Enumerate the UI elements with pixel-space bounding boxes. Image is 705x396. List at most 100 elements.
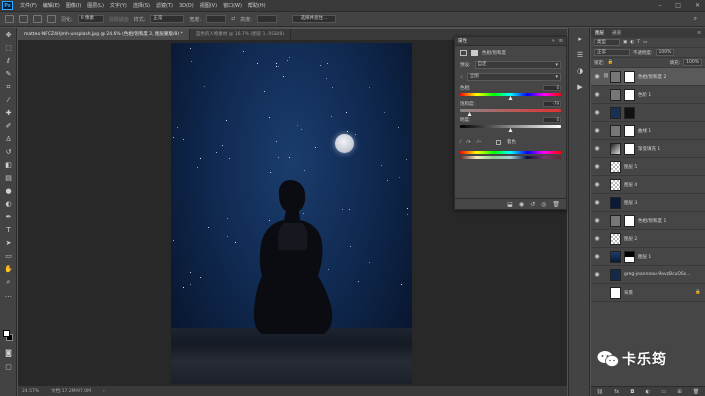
shape-tool-icon[interactable]: ▭ — [4, 252, 13, 261]
eye-icon[interactable]: ◉ — [594, 91, 600, 98]
menu-select[interactable]: 选择(S) — [130, 2, 153, 9]
menu-help[interactable]: 帮助(H) — [245, 2, 269, 9]
delete-layer-icon[interactable]: 🗑 — [693, 389, 699, 395]
eye-icon[interactable]: ◉ — [594, 253, 600, 260]
brush-tool-icon[interactable]: ✐ — [4, 122, 13, 131]
layer-mask-thumb[interactable] — [624, 70, 635, 83]
add-selection-icon[interactable] — [33, 15, 42, 23]
history-brush-icon[interactable]: ↺ — [4, 148, 13, 157]
blur-tool-icon[interactable]: ● — [4, 187, 13, 196]
collapse-icon[interactable]: » — [552, 38, 555, 44]
subtract-selection-icon[interactable] — [47, 15, 56, 23]
layer-mask-thumb[interactable] — [624, 106, 635, 119]
layer-row[interactable]: ◉ 渐变填充 1 — [591, 140, 705, 158]
filter-pixel-icon[interactable]: ▣ — [623, 40, 627, 45]
menu-type[interactable]: 文字(Y) — [107, 2, 130, 9]
new-selection-icon[interactable] — [19, 15, 28, 23]
layer-row[interactable]: ◉ greg-jeanneau-9ovzBcuOSs... — [591, 266, 705, 284]
history-icon[interactable]: ▸ — [575, 34, 585, 44]
layer-row[interactable]: ◉ 色阶 1 — [591, 86, 705, 104]
eye-icon[interactable]: ◉ — [594, 199, 600, 206]
eyedropper-icon[interactable]: ⁄ — [460, 140, 461, 145]
tab-layers[interactable]: 图层 — [595, 30, 604, 36]
eye-icon[interactable]: ◉ — [594, 109, 600, 116]
layer-row[interactable]: 背景 🔒 — [591, 284, 705, 302]
layer-row[interactable]: ◉ 色相/饱和度 1 — [591, 212, 705, 230]
status-arrow-icon[interactable]: › — [103, 389, 105, 394]
hue-input[interactable]: 0 — [543, 85, 561, 91]
channel-select[interactable]: 全图 — [466, 73, 561, 81]
hue-slider[interactable] — [460, 93, 561, 100]
type-tool-icon[interactable]: T — [4, 226, 13, 235]
lightness-slider[interactable] — [460, 125, 561, 132]
layer-mask-thumb[interactable] — [624, 124, 635, 137]
new-adjustment-icon[interactable]: ◐ — [646, 389, 650, 395]
reset-icon[interactable]: ↺ — [530, 201, 535, 208]
dodge-tool-icon[interactable]: ◐ — [4, 200, 13, 209]
layers-menu-icon[interactable]: ≡ — [697, 31, 701, 36]
eye-icon[interactable]: ◉ — [594, 181, 600, 188]
foreground-color-swatch[interactable] — [3, 330, 10, 337]
quick-mask-icon[interactable]: ◙ — [4, 349, 13, 358]
path-select-icon[interactable]: ➤ — [4, 239, 13, 248]
eyedropper-minus-icon[interactable]: ⁄− — [477, 140, 482, 145]
adjustments-icon[interactable]: ◑ — [575, 66, 585, 76]
width-input[interactable] — [206, 15, 227, 23]
eye-icon[interactable]: ◉ — [594, 271, 600, 278]
actions-icon[interactable]: ▶ — [575, 82, 585, 92]
hand-adjust-icon[interactable]: ☝ — [460, 75, 463, 80]
maximize-icon[interactable]: □ — [675, 2, 681, 9]
eye-icon[interactable]: ◉ — [594, 127, 600, 134]
search-icon[interactable]: ⌕ — [694, 15, 697, 23]
menu-3d[interactable]: 3D(D) — [176, 3, 197, 9]
lightness-input[interactable]: 0 — [543, 117, 561, 123]
eyedropper-plus-icon[interactable]: ⁄+ — [467, 140, 472, 145]
layer-row[interactable]: ◉ 图层 3 — [591, 194, 705, 212]
style-select[interactable]: 正常 — [150, 15, 185, 23]
menu-edit[interactable]: 编辑(E) — [40, 2, 63, 9]
eye-icon[interactable]: ◉ — [594, 163, 600, 170]
link-layers-icon[interactable]: ⛓ — [597, 389, 603, 395]
lightness-slider-thumb[interactable] — [508, 128, 512, 132]
view-previous-icon[interactable]: ◉ — [519, 201, 524, 208]
zoom-tool-icon[interactable]: ⌕ — [4, 278, 13, 287]
saturation-slider[interactable] — [460, 109, 561, 116]
minimize-icon[interactable]: – — [658, 2, 661, 9]
menu-window[interactable]: 窗口(W) — [220, 2, 245, 9]
delete-adjustment-icon[interactable]: 🗑 — [552, 201, 560, 208]
menu-file[interactable]: 文件(F) — [17, 2, 40, 9]
antialias-checkbox[interactable]: 消除锯齿 — [109, 16, 129, 23]
eye-icon[interactable]: ◉ — [594, 145, 600, 152]
clip-to-layer-icon[interactable]: ⬓ — [507, 201, 513, 208]
saturation-input[interactable]: -79 — [543, 101, 561, 107]
swap-icon[interactable]: ⇄ — [231, 16, 235, 22]
menu-view[interactable]: 视图(V) — [197, 2, 220, 9]
marquee-preset-icon[interactable] — [5, 15, 14, 23]
eraser-tool-icon[interactable]: ◧ — [4, 161, 13, 170]
healing-brush-icon[interactable]: ✚ — [4, 109, 13, 118]
new-layer-icon[interactable]: ⊞ — [677, 389, 681, 395]
marquee-tool-icon[interactable]: ⬚ — [4, 44, 13, 53]
tab-document-1[interactable]: matteo-NFCZ4HJmh-unsplash.jpg @ 24.6% (色… — [18, 29, 190, 40]
hue-slider-thumb[interactable] — [508, 96, 512, 100]
blend-mode-select[interactable]: 正常 — [594, 49, 630, 56]
close-icon[interactable]: ✕ — [695, 2, 700, 9]
height-input[interactable] — [256, 15, 277, 23]
menu-image[interactable]: 图像(I) — [63, 2, 84, 9]
lasso-tool-icon[interactable]: ℓ — [4, 57, 13, 66]
layer-row[interactable]: ◉ 图层 1 — [591, 248, 705, 266]
pen-tool-icon[interactable]: ✒ — [4, 213, 13, 222]
lock-icon[interactable]: 🔒 — [608, 60, 614, 65]
layer-row[interactable]: ◉ — [591, 104, 705, 122]
layer-mask-thumb[interactable] — [624, 250, 635, 263]
layer-row[interactable]: ◉ ⛓ 色相/饱和度 2 — [591, 68, 705, 86]
filter-type-icon[interactable]: T — [637, 40, 640, 45]
tab-channels[interactable]: 通道 — [612, 30, 621, 36]
layer-row[interactable]: ◉ 图层 5 — [591, 158, 705, 176]
saturation-slider-thumb[interactable] — [467, 112, 472, 116]
eye-icon[interactable]: ◉ — [594, 217, 600, 224]
menu-layer[interactable]: 图层(L) — [84, 2, 107, 9]
filter-shape-icon[interactable]: ▭ — [643, 40, 647, 45]
eye-icon[interactable]: ◉ — [594, 235, 600, 242]
visibility-icon[interactable]: ◎ — [541, 201, 546, 208]
